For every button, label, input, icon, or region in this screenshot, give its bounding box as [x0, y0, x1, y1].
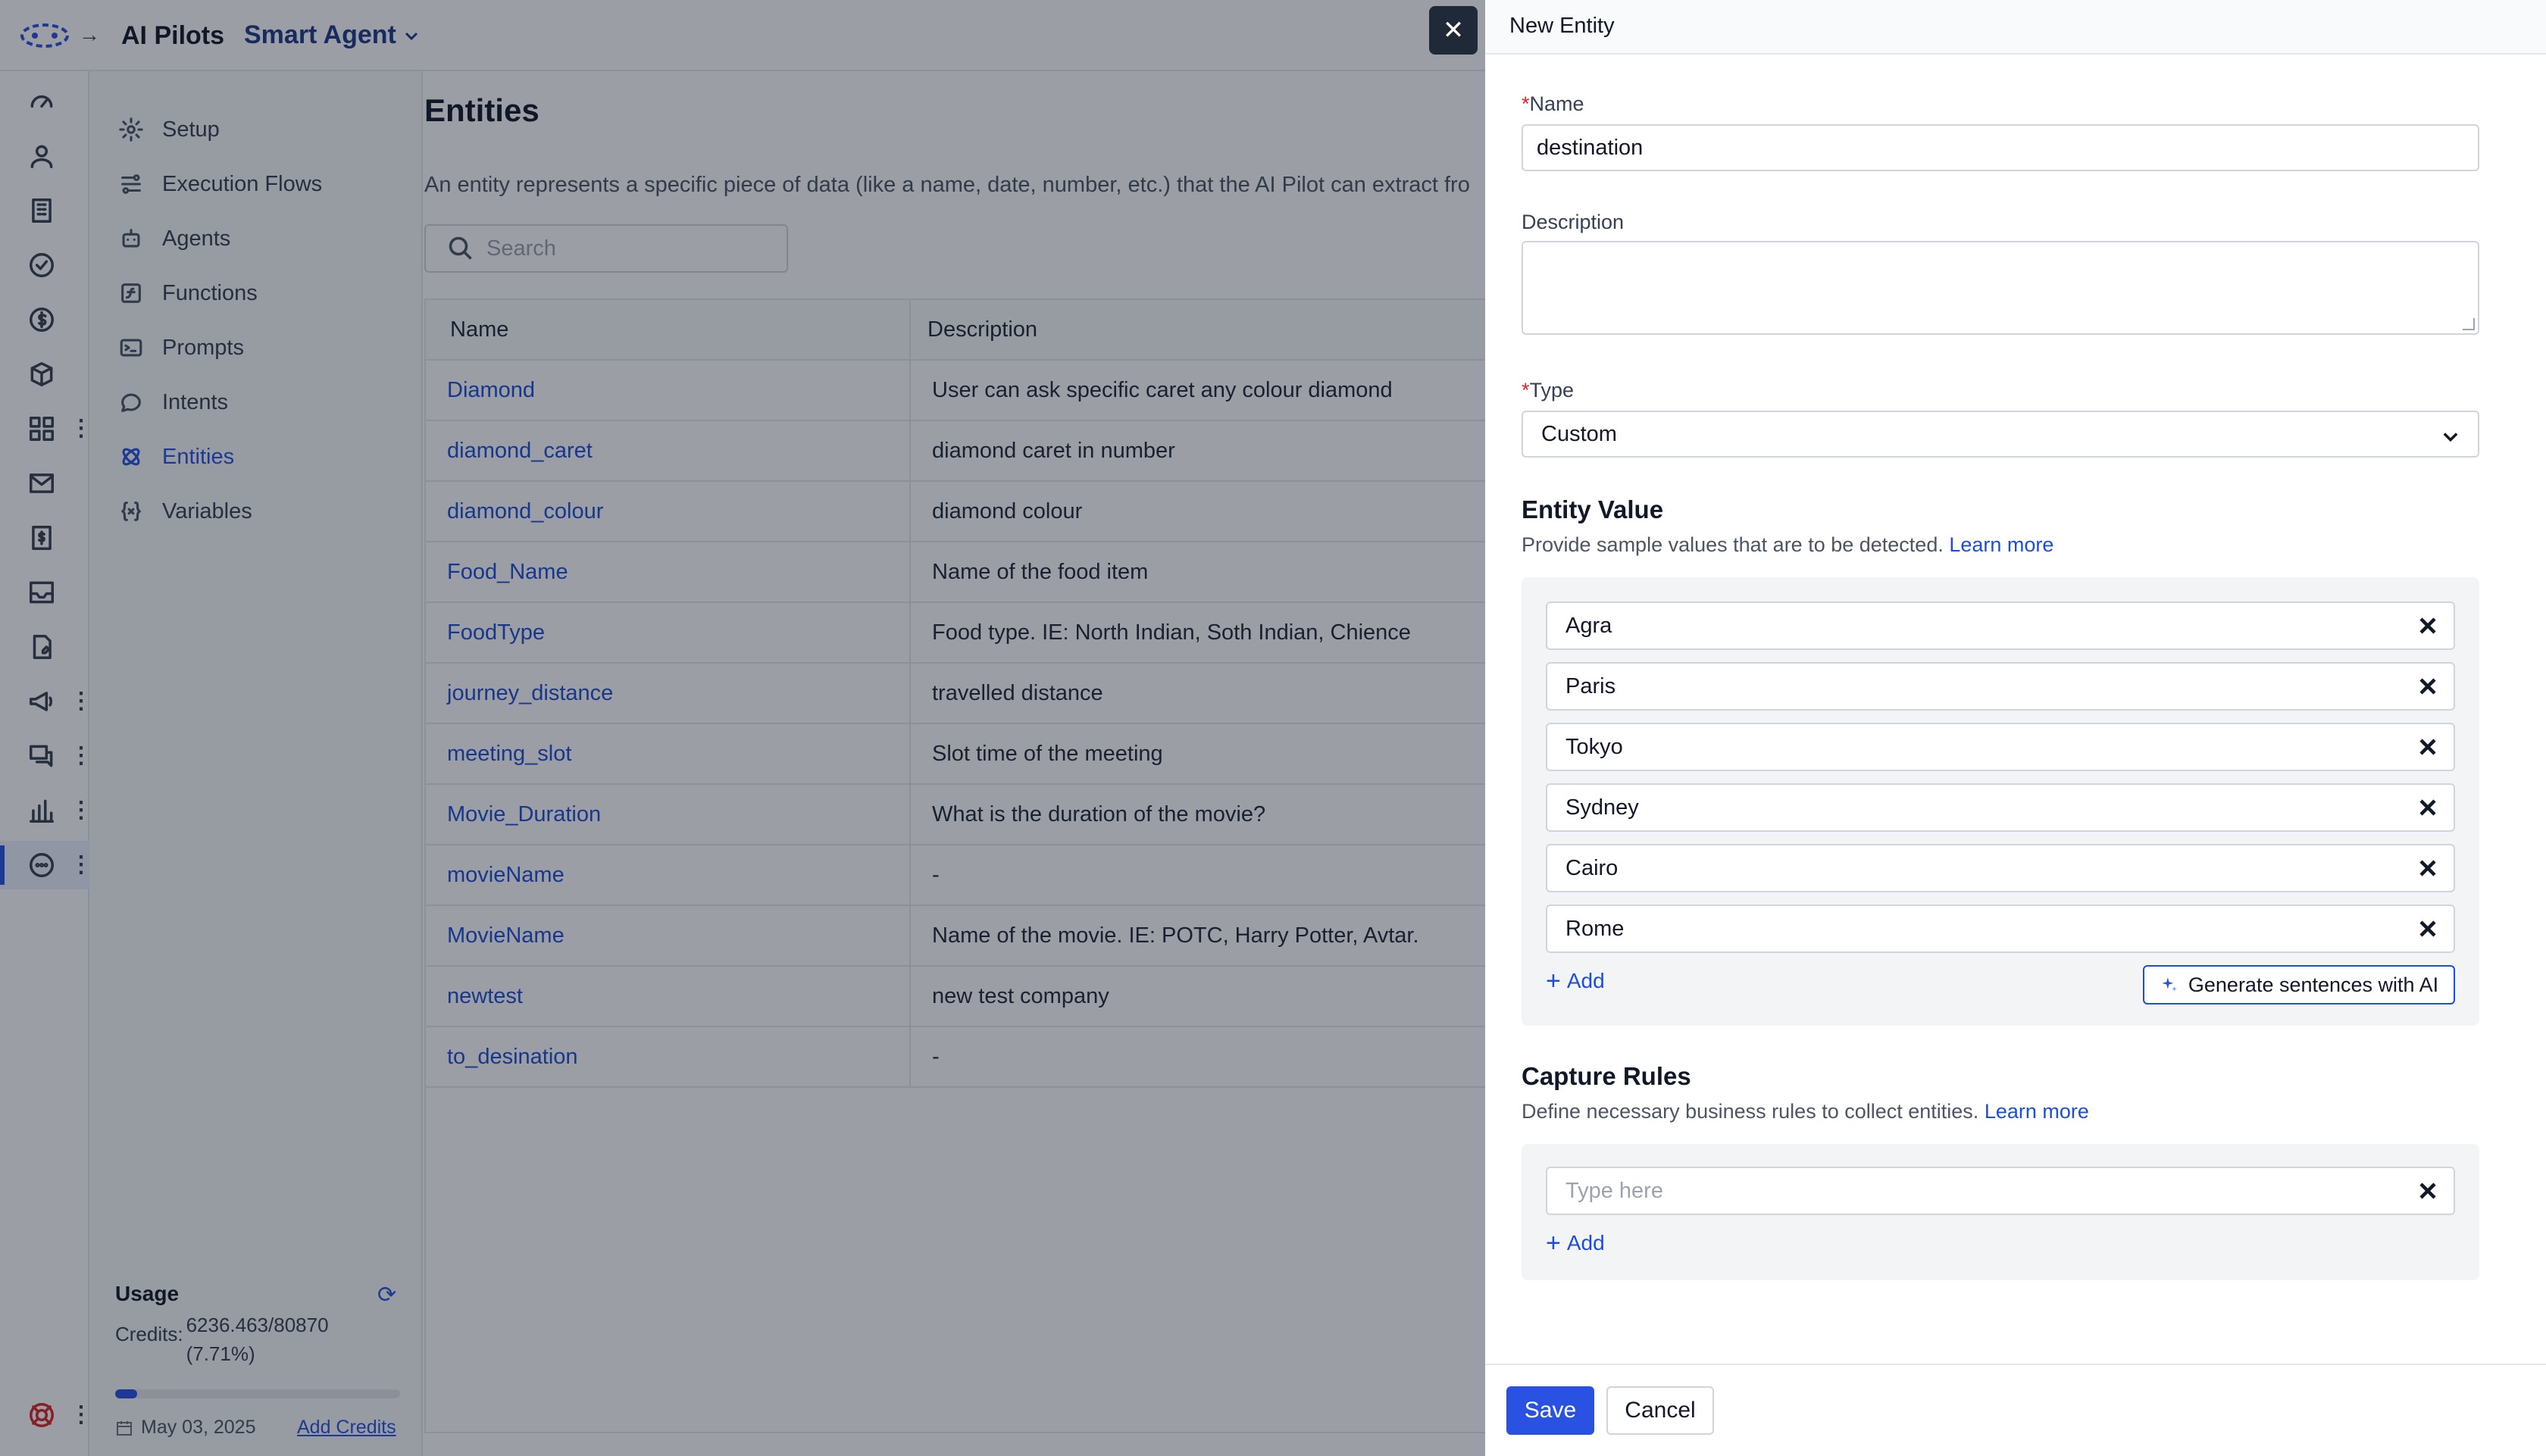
add-label: Add: [1566, 969, 1605, 992]
entity-value-row[interactable]: Rome: [1546, 905, 2455, 953]
add-capture-rule-button[interactable]: + Add: [1546, 1230, 1605, 1256]
type-select[interactable]: Custom: [1522, 411, 2479, 458]
entity-value-subtitle-text: Provide sample values that are to be det…: [1522, 533, 1944, 556]
entity-value-text: Paris: [1565, 673, 1616, 698]
generate-sentences-button[interactable]: Generate sentences with AI: [2143, 965, 2455, 1005]
entity-value-row[interactable]: Sydney: [1546, 783, 2455, 832]
capture-rule-placeholder: Type here: [1565, 1178, 1663, 1203]
entity-value-row[interactable]: Tokyo: [1546, 723, 2455, 771]
entity-value-text: Sydney: [1565, 795, 1639, 820]
close-drawer-button[interactable]: ✕: [1429, 6, 1478, 55]
entity-value-row[interactable]: Agra: [1546, 601, 2455, 650]
save-button[interactable]: Save: [1506, 1386, 1594, 1435]
generate-label: Generate sentences with AI: [2188, 973, 2439, 996]
remove-icon[interactable]: [2414, 733, 2441, 761]
drawer-footer: Save Cancel: [1485, 1364, 2546, 1456]
sparkle-icon: [2162, 977, 2177, 992]
name-field-value: destination: [1537, 135, 1644, 160]
add-entity-value-button[interactable]: + Add: [1546, 968, 1605, 994]
entity-value-row[interactable]: Paris: [1546, 662, 2455, 711]
capture-rules-subtitle-text: Define necessary business rules to colle…: [1522, 1100, 1979, 1123]
remove-icon[interactable]: [2414, 915, 2441, 942]
entity-values-card: Agra Paris Tokyo Sydney Cairo Rome + Add: [1522, 577, 2479, 1026]
drawer-title: New Entity: [1509, 14, 1615, 38]
entity-value-text: Agra: [1565, 613, 1612, 638]
new-entity-drawer: New Entity *Name destination Description…: [1485, 0, 2546, 1456]
name-label-text: Name: [1529, 92, 1584, 115]
name-field[interactable]: destination: [1522, 124, 2479, 171]
description-textarea[interactable]: [1522, 241, 2479, 335]
type-label: *Type: [1522, 379, 1574, 402]
name-label: *Name: [1522, 92, 1584, 116]
capture-rules-card: Type here + Add: [1522, 1144, 2479, 1280]
entity-value-row[interactable]: Cairo: [1546, 844, 2455, 892]
entity-value-text: Cairo: [1565, 855, 1619, 880]
plus-icon: +: [1546, 1229, 1561, 1258]
learn-more-link[interactable]: Learn more: [1985, 1100, 2089, 1123]
add-label: Add: [1566, 1231, 1605, 1254]
required-mark: *: [1522, 379, 1530, 401]
remove-icon[interactable]: [2414, 794, 2441, 821]
description-label: Description: [1522, 211, 1625, 233]
entity-value-text: Tokyo: [1565, 734, 1623, 759]
type-label-text: Type: [1529, 379, 1575, 401]
plus-icon: +: [1546, 967, 1561, 995]
remove-icon[interactable]: [2414, 673, 2441, 700]
entity-value-title: Entity Value: [1522, 495, 1664, 523]
type-select-value: Custom: [1541, 421, 1617, 446]
remove-icon[interactable]: [2414, 1177, 2441, 1204]
drawer-header: New Entity: [1485, 0, 2546, 55]
chevron-down-icon: [2443, 433, 2458, 442]
capture-rules-subtitle: Define necessary business rules to colle…: [1522, 1100, 2089, 1123]
remove-icon[interactable]: [2414, 612, 2441, 639]
remove-icon[interactable]: [2414, 855, 2441, 882]
required-mark: *: [1522, 92, 1530, 115]
learn-more-link[interactable]: Learn more: [1949, 533, 2053, 556]
cancel-button[interactable]: Cancel: [1606, 1386, 1714, 1435]
capture-rule-input[interactable]: Type here: [1546, 1167, 2455, 1215]
entity-value-text: Rome: [1565, 916, 1625, 941]
capture-rules-title: Capture Rules: [1522, 1062, 1691, 1090]
entity-value-subtitle: Provide sample values that are to be det…: [1522, 533, 2053, 557]
resize-handle-icon[interactable]: [2463, 318, 2475, 330]
